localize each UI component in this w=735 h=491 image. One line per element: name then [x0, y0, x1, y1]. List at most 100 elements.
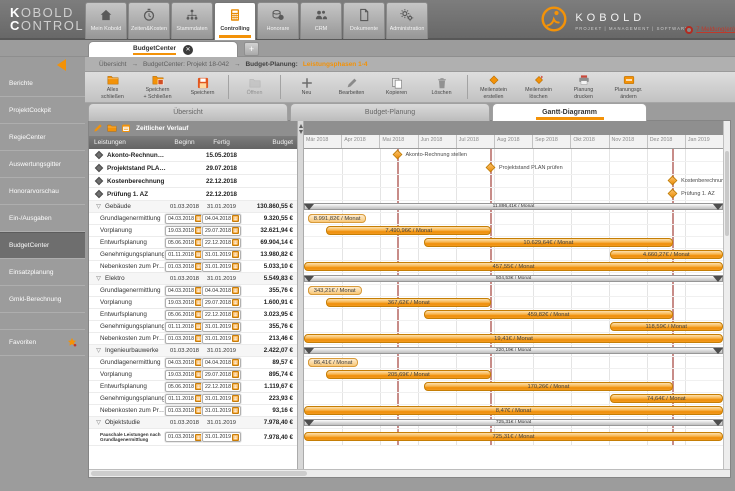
calendar-button-icon[interactable]: ▦	[195, 239, 202, 246]
calendar-button-icon[interactable]: ▦	[232, 407, 239, 414]
beginn-date-input[interactable]: 05.06.2018 ▦	[165, 238, 204, 248]
task-bar[interactable]: 10.629,64€ / Monat	[424, 238, 673, 247]
sidebar-item-auswertungsgitter[interactable]: Auswertungsgitter	[0, 151, 85, 178]
task-bar[interactable]: 457,55€ / Monat	[304, 262, 723, 271]
gantt-row-nebenkosten-zum-projekt[interactable]: 8,47€ / Monat	[304, 405, 723, 417]
beginn-date-input[interactable]: 19.03.2018 ▦	[165, 226, 204, 236]
gantt-row-genehmigungsplanung[interactable]: 74,64€ / Monat	[304, 393, 723, 405]
calendar-button-icon[interactable]: ▦	[232, 239, 239, 246]
task-bar[interactable]: 459,82€ / Monat	[424, 310, 673, 319]
kopieren-button[interactable]: Kopieren	[374, 77, 419, 96]
horizontal-scrollbar[interactable]	[89, 469, 730, 477]
fertig-date-input[interactable]: 31.01.2019 ▦	[202, 334, 241, 344]
calendar-button-icon[interactable]: ▦	[232, 287, 239, 294]
table-row-entwurfsplanung[interactable]: Entwurfsplanung 05.06.2018 ▦ 22.12.2018 …	[89, 309, 297, 321]
beginn-date-input[interactable]: 01.03.2018 ▦	[165, 432, 204, 442]
fertig-date-input[interactable]: 29.07.2018 ▦	[202, 370, 241, 380]
alles-schliessen-button[interactable]: Alles schließen	[90, 74, 135, 99]
table-row-vorplanung[interactable]: Vorplanung 19.03.2018 ▦ 29.07.2018 ▦ 32.…	[89, 225, 297, 237]
fertig-date-input[interactable]: 31.01.2019 ▦	[202, 250, 241, 260]
vertical-scrollbar[interactable]	[723, 121, 730, 469]
vertical-scrollbar-thumb[interactable]	[725, 151, 729, 236]
fertig-date-input[interactable]: 04.04.2018 ▦	[202, 358, 241, 368]
fertig-date-input[interactable]: 04.04.2018 ▦	[202, 214, 241, 224]
fertig-date-input[interactable]: 29.07.2018 ▦	[202, 298, 241, 308]
sidebar-item-gmkl-berechnung[interactable]: Gmkl-Berechnung	[0, 286, 85, 313]
gantt-row-elektro[interactable]: 504,53€ / Monat	[304, 273, 723, 285]
window-tab-budgetcenter[interactable]: BudgetCenter ✕	[88, 41, 238, 57]
gantt-row-projektstand-plan-pruefen[interactable]: Projektstand PLAN prüfen	[304, 162, 723, 175]
task-bar[interactable]: 367,62€ / Monat	[326, 298, 491, 307]
task-bar[interactable]: 170,26€ / Monat	[424, 382, 673, 391]
calendar-button-icon[interactable]: ▦	[232, 323, 239, 330]
nav-tab-administration[interactable]: Administration	[386, 2, 428, 39]
table-row-grundlagenermittlung[interactable]: Grundlagenermittlung 04.03.2018 ▦ 04.04.…	[89, 213, 297, 225]
gantt-row-entwurfsplanung[interactable]: 10.629,64€ / Monat	[304, 237, 723, 249]
loeschen-button[interactable]: Löschen	[419, 77, 464, 96]
beginn-date-input[interactable]: 01.11.2018 ▦	[165, 250, 204, 260]
task-bar[interactable]: 725,31€ / Monat	[304, 432, 723, 441]
planungsgr-aendern-button[interactable]: Planungsgr. ändern	[606, 74, 651, 99]
table-row-nebenkosten-zum-projekt[interactable]: Nebenkosten zum Projekt 01.03.2018 ▦ 31.…	[89, 261, 297, 273]
table-row-entwurfsplanung[interactable]: Entwurfsplanung 05.06.2018 ▦ 22.12.2018 …	[89, 237, 297, 249]
task-bar[interactable]: 19,41€ / Monat	[304, 334, 723, 343]
task-bar[interactable]: 205,69€ / Monat	[326, 370, 491, 379]
calendar-button-icon[interactable]: ▦	[232, 299, 239, 306]
calendar-button-icon[interactable]: ▦	[195, 227, 202, 234]
calendar-button-icon[interactable]: ▦	[195, 359, 202, 366]
beginn-date-input[interactable]: 04.03.2018 ▦	[165, 286, 204, 296]
beginn-date-input[interactable]: 04.03.2018 ▦	[165, 214, 204, 224]
expand-icon[interactable]: ▽	[94, 419, 103, 426]
meilenstein-loeschen-button[interactable]: Meilenstein löschen	[516, 74, 561, 99]
nav-tab-mein-kobold[interactable]: Mein Kobold	[85, 2, 127, 39]
gantt-row-genehmigungsplanung[interactable]: 118,59€ / Monat	[304, 321, 723, 333]
gantt-row-gebaeude[interactable]: 11.896,41€ / Monat	[304, 201, 723, 213]
sidebar-item-berichte[interactable]: Berichte	[0, 70, 85, 97]
milestone-diamond-icon[interactable]	[668, 176, 678, 186]
calendar-button-icon[interactable]: ▦	[232, 395, 239, 402]
calendar-button-icon[interactable]: ▦	[232, 359, 239, 366]
beginn-date-input[interactable]: 19.03.2018 ▦	[165, 370, 204, 380]
calendar-button-icon[interactable]: ▦	[232, 263, 239, 270]
task-bar[interactable]: 4.660,27€ / Monat	[610, 250, 723, 259]
gantt-row-pruefung-1-az[interactable]: Prüfung 1. AZ	[304, 188, 723, 201]
gantt-row-ingenieurbauwerke[interactable]: 220,19€ / Monat	[304, 345, 723, 357]
fertig-date-input[interactable]: 31.01.2019 ▦	[202, 262, 241, 272]
close-tab-icon[interactable]: ✕	[183, 45, 193, 55]
gantt-row-objektstudie[interactable]: 725,31€ / Monat	[304, 417, 723, 429]
bearbeiten-button[interactable]: Bearbeiten	[329, 77, 374, 96]
fertig-date-input[interactable]: 22.12.2018 ▦	[202, 382, 241, 392]
calendar-button-icon[interactable]: ▦	[232, 227, 239, 234]
calendar-button-icon[interactable]: ▦	[232, 335, 239, 342]
tab-gantt-diagramm[interactable]: Gantt-Diagramm	[492, 103, 647, 121]
calendar-button-icon[interactable]: ▦	[195, 395, 202, 402]
calendar-button-icon[interactable]: ▦	[195, 407, 202, 414]
table-gantt-splitter[interactable]	[297, 121, 304, 469]
beginn-date-input[interactable]: 01.03.2018 ▦	[165, 334, 204, 344]
planung-drucken-button[interactable]: Planung drucken	[561, 74, 606, 99]
neu-button[interactable]: Neu	[284, 77, 329, 96]
milestone-diamond-icon[interactable]	[668, 189, 678, 199]
table-row-genehmigungsplanung[interactable]: Genehmigungsplanung 01.11.2018 ▦ 31.01.2…	[89, 249, 297, 261]
task-bar[interactable]: 7.490,96€ / Monat	[326, 226, 491, 235]
calendar-button-icon[interactable]: ▦	[195, 287, 202, 294]
gantt-row-nebenkosten-zum-projekt[interactable]: 457,55€ / Monat	[304, 261, 723, 273]
table-row-ingenieurbauwerke[interactable]: ▽Ingenieurbauwerke 01.03.201831.01.20192…	[89, 345, 297, 357]
nav-tab-zeiten-kosten[interactable]: Zeiten&Kosten	[128, 2, 170, 39]
expand-icon[interactable]: ▽	[94, 203, 103, 210]
table-row-objektstudie[interactable]: ▽Objektstudie 01.03.201831.01.20197.978,…	[89, 417, 297, 429]
gantt-row-vorplanung[interactable]: 367,62€ / Monat	[304, 297, 723, 309]
sidebar-item-budgetcenter[interactable]: BudgetCenter	[0, 232, 85, 259]
task-bar[interactable]: 118,59€ / Monat	[610, 322, 723, 331]
notification-count[interactable]: 7 Meldung(en)	[696, 27, 735, 33]
fertig-date-input[interactable]: 29.07.2018 ▦	[202, 226, 241, 236]
meilenstein-erstellen-button[interactable]: Meilenstein erstellen	[471, 74, 516, 99]
fertig-date-input[interactable]: 22.12.2018 ▦	[202, 238, 241, 248]
calendar-button-icon[interactable]: ▦	[195, 383, 202, 390]
task-bar[interactable]: 8,47€ / Monat	[304, 406, 723, 415]
gantt-row-vorplanung[interactable]: 205,69€ / Monat	[304, 369, 723, 381]
gantt-row-genehmigungsplanung[interactable]: 4.660,27€ / Monat	[304, 249, 723, 261]
calendar-button-icon[interactable]: ▦	[232, 251, 239, 258]
table-row-grundlagenermittlung[interactable]: Grundlagenermittlung 04.03.2018 ▦ 04.04.…	[89, 285, 297, 297]
gantt-row-grundlagenermittlung[interactable]: 343,21€ / Monat	[304, 285, 723, 297]
